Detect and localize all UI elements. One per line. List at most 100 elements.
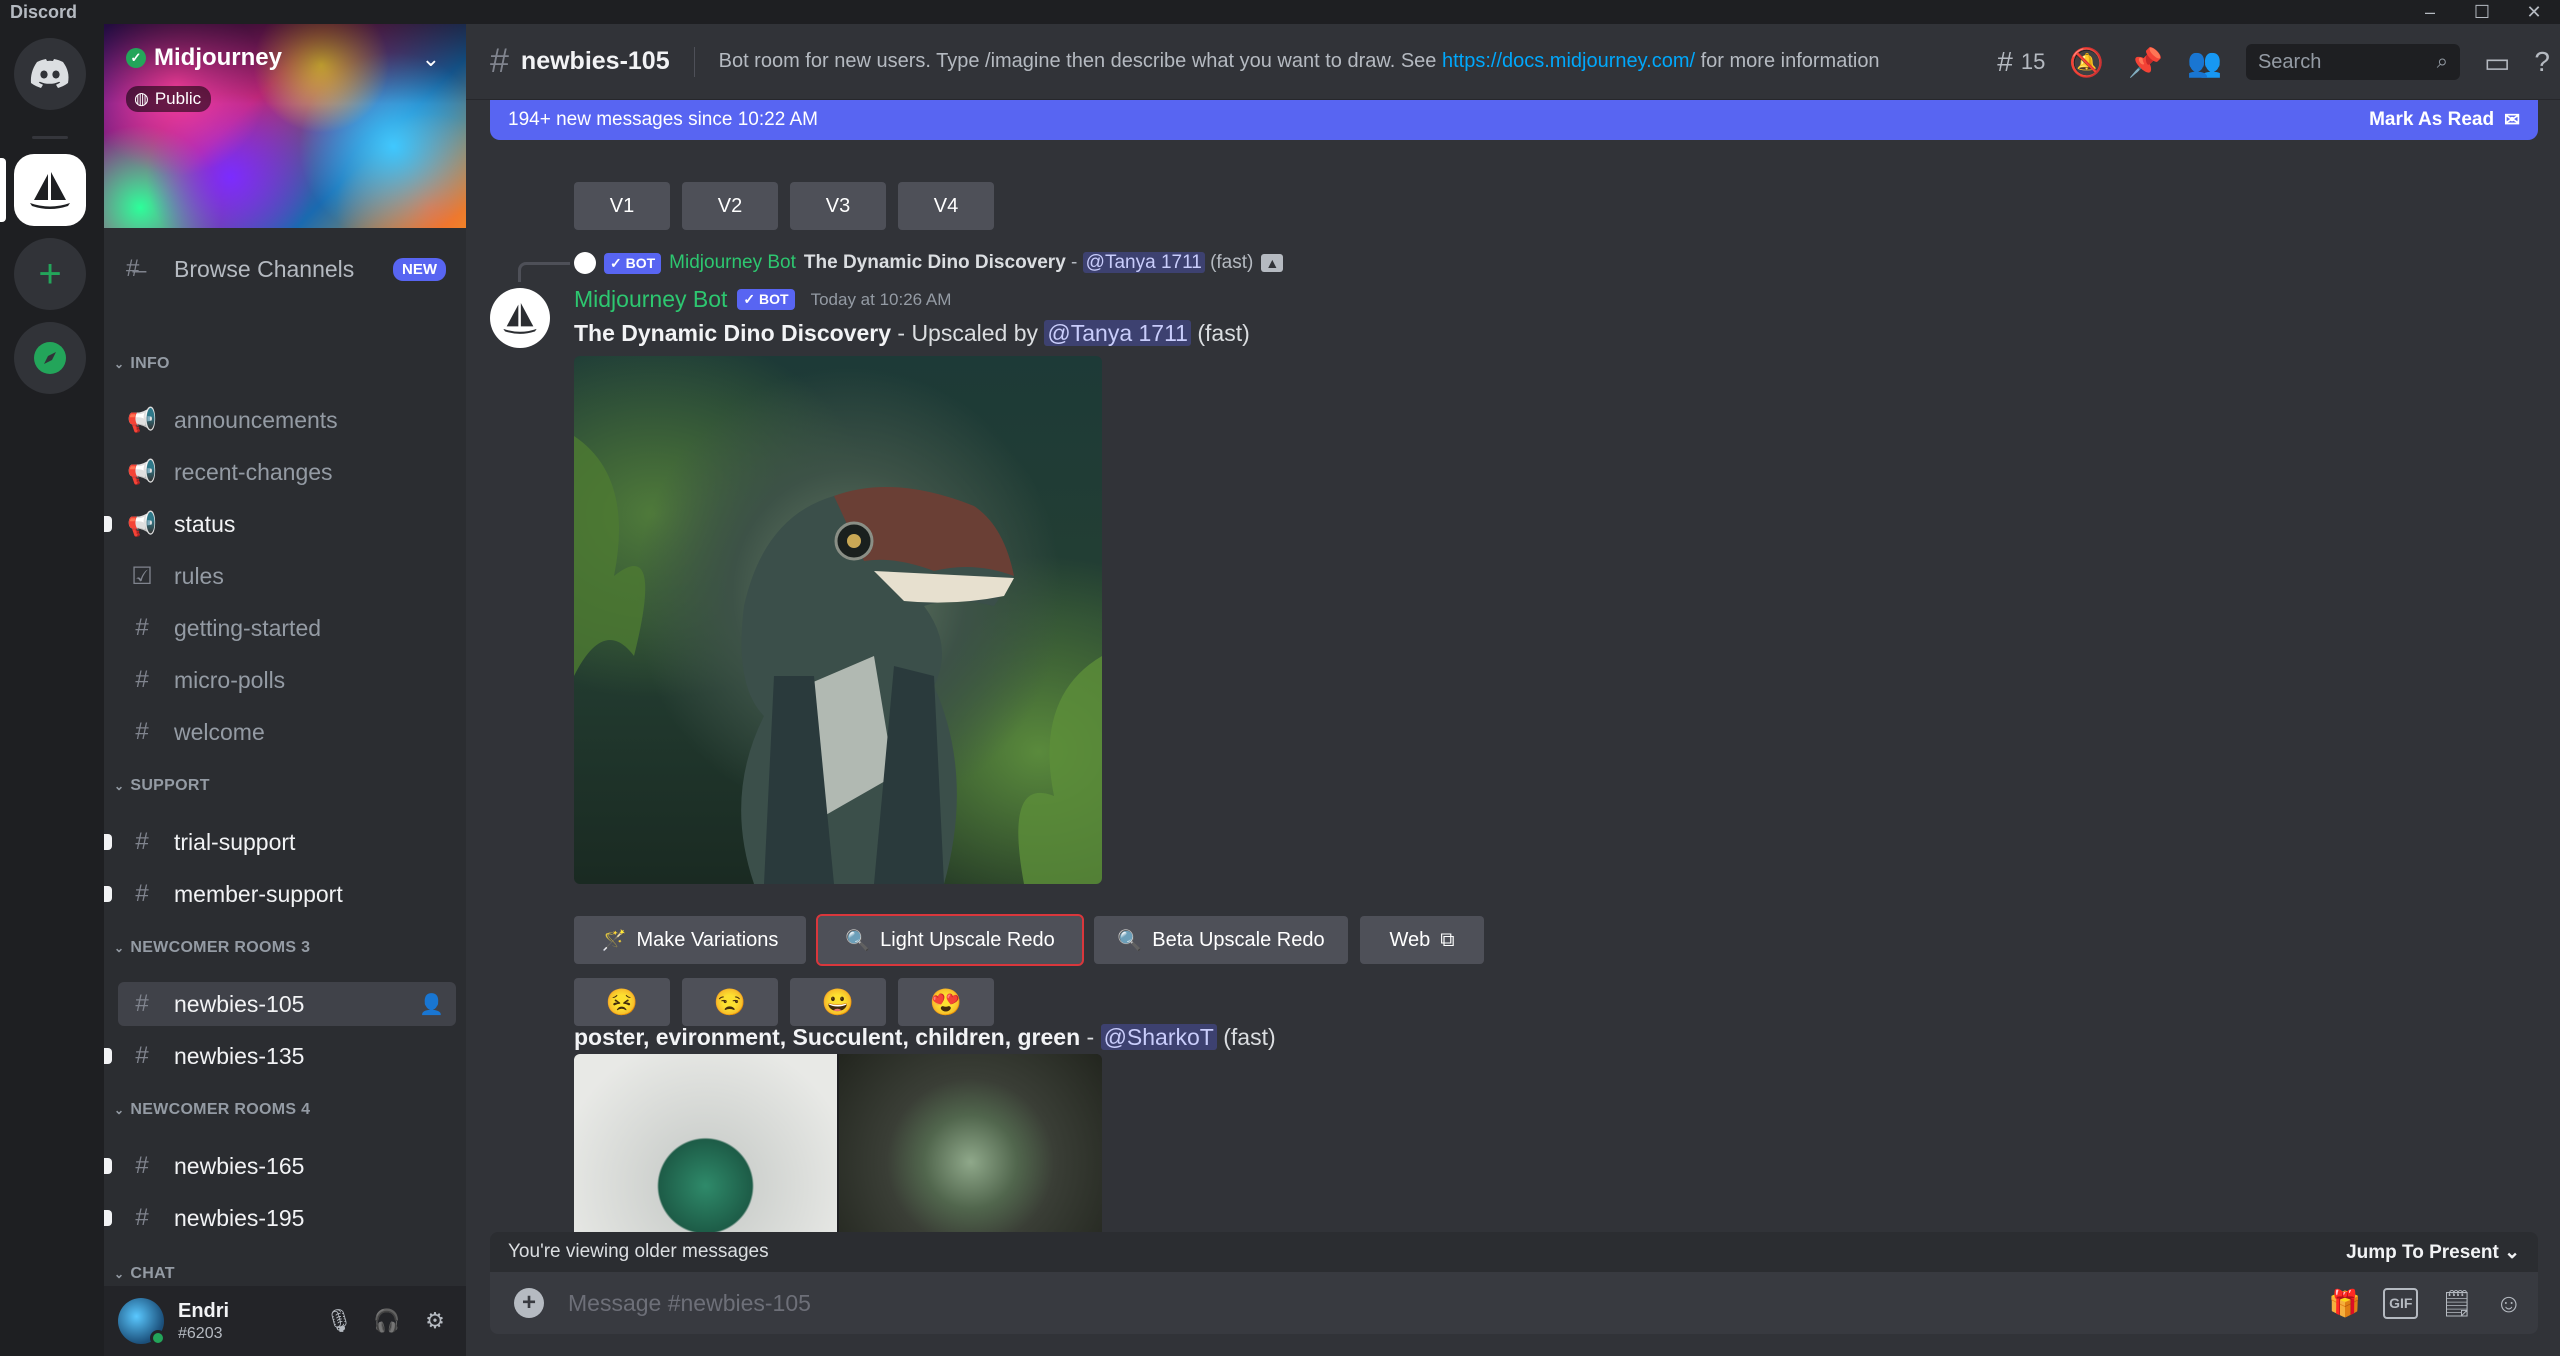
channel-newbies-135[interactable]: # newbies-135 — [104, 1034, 456, 1078]
maximize-button[interactable]: ☐ — [2456, 0, 2508, 24]
microphone-icon[interactable]: 🎙 — [322, 1304, 356, 1338]
search-input[interactable]: Search ⌕ — [2245, 44, 2460, 80]
prompt-mention[interactable]: @SharkoT — [1100, 1024, 1217, 1050]
reaction-button[interactable]: 😣 — [574, 978, 670, 1026]
message-author[interactable]: Midjourney Bot — [574, 286, 727, 313]
headphones-icon[interactable]: 🎧 — [370, 1304, 404, 1338]
chevron-down-icon[interactable]: ⌄ — [422, 46, 440, 72]
online-status-icon — [150, 1330, 166, 1346]
make-variations-button[interactable]: 🪄 Make Variations — [574, 916, 806, 964]
sticker-icon[interactable]: 🗒 — [2440, 1288, 2473, 1319]
category-newcomer-4[interactable]: ⌄ NEWCOMER ROOMS 4 — [114, 1098, 310, 1122]
category-newcomer-3[interactable]: ⌄ NEWCOMER ROOMS 3 — [114, 936, 310, 960]
composer-tools: 🎁 GIF 🗒 ☺ — [2329, 1287, 2522, 1319]
server-banner[interactable]: ✓ Midjourney ⌄ ◍ Public — [104, 24, 466, 228]
v4-button[interactable]: V4 — [898, 182, 994, 230]
channel-trial-support[interactable]: # trial-support — [104, 820, 456, 864]
magnifier-icon: 🔍 — [1117, 929, 1143, 952]
channel-topic[interactable]: Bot room for new users. Type /imagine th… — [719, 50, 1880, 73]
browse-channels-icon: #̶ — [126, 255, 140, 282]
close-button[interactable]: ✕ — [2508, 0, 2560, 24]
image-icon: ▲ — [1261, 254, 1284, 272]
channel-newbies-105[interactable]: # newbies-105 👤 — [118, 982, 456, 1026]
message-input[interactable] — [568, 1289, 2168, 1317]
reaction-button[interactable]: 😍 — [898, 978, 994, 1026]
home-button[interactable] — [14, 38, 86, 110]
button-label: Make Variations — [636, 928, 779, 951]
beta-upscale-redo-button[interactable]: 🔍 Beta Upscale Redo — [1094, 916, 1348, 964]
member-list-icon[interactable]: 👥 — [2187, 46, 2222, 79]
category-info[interactable]: ⌄ INFO — [114, 352, 170, 376]
user-info[interactable]: Endri #6203 — [178, 1300, 229, 1343]
web-button[interactable]: Web ⧉ — [1360, 916, 1484, 964]
mute-notifications-icon[interactable]: 🔕 — [2069, 46, 2104, 79]
discord-logo-icon — [30, 59, 69, 88]
channel-rules[interactable]: ☑ rules — [118, 554, 456, 598]
chevron-down-icon: ⌄ — [2504, 1241, 2520, 1263]
threads-button[interactable]: #15 — [1997, 46, 2045, 78]
v1-button[interactable]: V1 — [574, 182, 670, 230]
channel-recent-changes[interactable]: 📢 recent-changes — [118, 450, 456, 494]
gif-icon[interactable]: GIF — [2383, 1287, 2419, 1319]
gear-icon[interactable]: ⚙ — [418, 1304, 452, 1338]
avatar[interactable] — [118, 1298, 166, 1346]
minimize-button[interactable]: – — [2404, 0, 2456, 24]
reply-author[interactable]: Midjourney Bot — [669, 252, 796, 274]
v2-button[interactable]: V2 — [682, 182, 778, 230]
channel-announcements[interactable]: 📢 announcements — [118, 398, 456, 442]
reply-mention[interactable]: @Tanya 1711 — [1082, 252, 1205, 273]
channel-label: getting-started — [174, 614, 322, 641]
channel-newbies-195[interactable]: # newbies-195 — [104, 1196, 456, 1240]
megaphone-icon: 📢 — [127, 458, 157, 486]
gift-icon[interactable]: 🎁 — [2329, 1288, 2361, 1319]
midjourney-server-icon[interactable] — [14, 154, 86, 226]
reaction-button[interactable]: 😀 — [790, 978, 886, 1026]
search-icon: ⌕ — [2436, 50, 2448, 73]
sailboat-icon — [30, 172, 70, 209]
chat-area: # newbies-105 Bot room for new users. Ty… — [466, 24, 2560, 1356]
category-support[interactable]: ⌄ SUPPORT — [114, 774, 210, 798]
add-server-button[interactable]: + — [14, 238, 86, 310]
channel-welcome[interactable]: # welcome — [118, 710, 456, 754]
jump-to-present-button[interactable]: Jump To Present ⌄ — [2346, 1241, 2520, 1264]
user-panel: Endri #6203 🎙 🎧 ⚙ — [104, 1286, 466, 1356]
button-label: V4 — [933, 194, 959, 217]
channel-label: newbies-165 — [174, 1152, 305, 1179]
header-tools: #15 🔕 📌 👥 Search ⌕ ▭ ? — [1997, 24, 2550, 100]
inbox-icon[interactable]: ▭ — [2484, 46, 2510, 79]
mark-as-read-button[interactable]: Mark As Read ✉ — [2369, 109, 2520, 132]
header-divider — [693, 46, 695, 77]
dinosaur-image[interactable] — [574, 356, 1102, 884]
plus-icon: + — [38, 252, 62, 296]
emoji-icon[interactable]: ☺ — [2495, 1288, 2522, 1319]
mark-read-icon: ✉ — [2504, 109, 2520, 131]
message-mention[interactable]: @Tanya 1711 — [1044, 320, 1191, 346]
server-header[interactable]: ✓ Midjourney — [126, 44, 282, 72]
category-chat[interactable]: ⌄ CHAT — [114, 1262, 175, 1286]
browse-channels[interactable]: #̶ Browse Channels NEW — [126, 248, 456, 290]
channel-getting-started[interactable]: # getting-started — [118, 606, 456, 650]
button-label: Light Upscale Redo — [880, 928, 1055, 951]
add-member-icon[interactable]: 👤 — [419, 992, 444, 1017]
reply-reference[interactable]: ✓ BOT Midjourney Bot The Dynamic Dino Di… — [574, 250, 1284, 276]
upload-plus-icon[interactable]: + — [514, 1288, 544, 1318]
bot-tag: ✓ BOT — [604, 252, 662, 274]
light-upscale-redo-button[interactable]: 🔍 Light Upscale Redo — [816, 914, 1084, 966]
channel-status[interactable]: 📢 status — [104, 502, 456, 546]
v3-button[interactable]: V3 — [790, 182, 886, 230]
magic-wand-icon: 🪄 — [601, 929, 627, 952]
reaction-button[interactable]: 😒 — [682, 978, 778, 1026]
help-icon[interactable]: ? — [2534, 46, 2550, 78]
channel-member-support[interactable]: # member-support — [104, 872, 456, 916]
new-messages-bar[interactable]: 194+ new messages since 10:22 AM Mark As… — [490, 100, 2538, 140]
channel-header: # newbies-105 Bot room for new users. Ty… — [466, 24, 2560, 100]
avatar[interactable] — [490, 288, 550, 348]
explore-servers-button[interactable] — [14, 322, 86, 394]
button-label: V2 — [717, 194, 743, 217]
channel-micro-polls[interactable]: # micro-polls — [118, 658, 456, 702]
topic-link[interactable]: https://docs.midjourney.com/ — [1442, 50, 1695, 72]
channel-newbies-165[interactable]: # newbies-165 — [104, 1144, 456, 1188]
channel-label: micro-polls — [174, 666, 286, 693]
pin-icon[interactable]: 📌 — [2128, 46, 2163, 79]
unread-indicator — [104, 1048, 112, 1064]
